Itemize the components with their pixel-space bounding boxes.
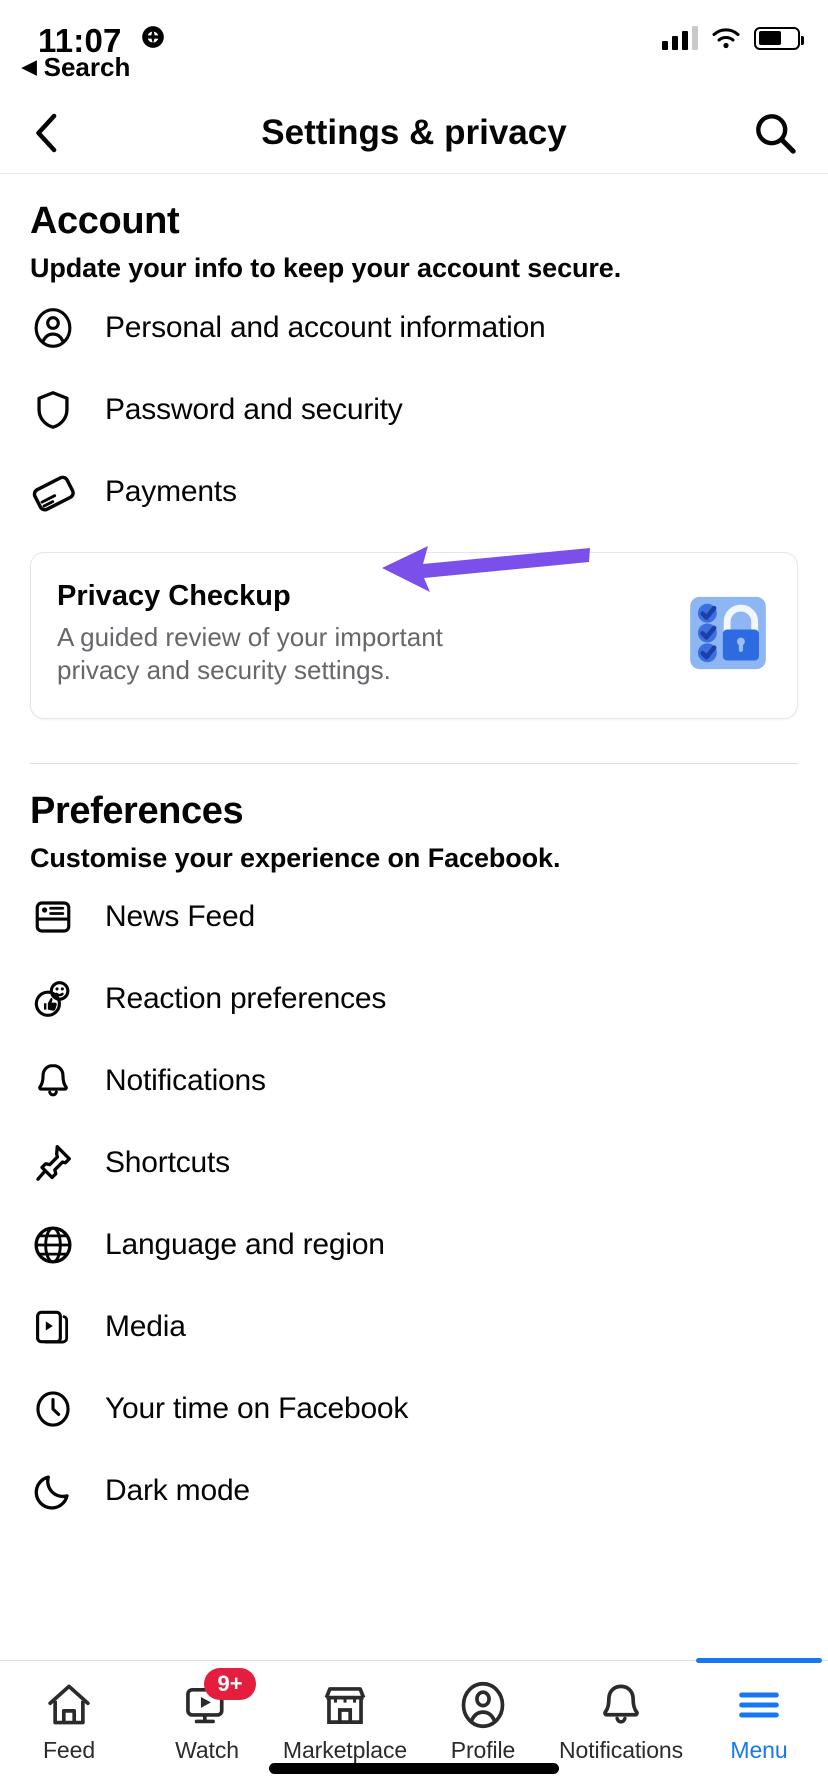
tab-label: Marketplace <box>282 1737 408 1763</box>
account-section-subtitle: Update your info to keep your account se… <box>30 253 622 283</box>
phone-screen: 11:07 ◀ Search Settings & privacy Accoun… <box>0 0 828 1792</box>
tab-feed[interactable]: Feed <box>0 1661 138 1792</box>
preferences-section: Preferences Customise your experience on… <box>0 790 828 1530</box>
back-triangle-icon: ◀ <box>22 57 37 78</box>
settings-row-dark-mode[interactable]: Dark mode <box>30 1453 798 1530</box>
settings-row-label: Dark mode <box>105 1474 250 1508</box>
storefront-icon <box>319 1677 371 1733</box>
privacy-checkup-text: Privacy Checkup A guided review of your … <box>57 580 671 688</box>
tab-label: Profile <box>450 1737 516 1763</box>
moon-icon <box>30 1468 76 1514</box>
tab-label: Feed <box>42 1737 96 1763</box>
home-indicator <box>269 1763 559 1774</box>
tab-menu[interactable]: Menu <box>690 1658 828 1792</box>
settings-row-personal-and-account-information[interactable]: Personal and account information <box>30 289 798 366</box>
account-section-title: Account <box>30 200 180 242</box>
status-bar-indicators <box>662 26 804 50</box>
news-feed-icon <box>30 894 76 940</box>
cellular-signal-icon <box>662 26 698 50</box>
settings-row-label: Media <box>105 1310 186 1344</box>
bell-icon <box>595 1677 647 1733</box>
media-icon <box>30 1304 76 1350</box>
watch-play-icon: 9+ <box>181 1668 256 1733</box>
tab-notifications[interactable]: Notifications <box>552 1661 690 1792</box>
bell-icon <box>30 1058 76 1104</box>
settings-row-label: Language and region <box>105 1228 385 1262</box>
settings-row-label: Shortcuts <box>105 1146 230 1180</box>
settings-row-your-time-on-facebook[interactable]: Your time on Facebook <box>30 1371 798 1448</box>
settings-row-notifications[interactable]: Notifications <box>30 1043 798 1120</box>
battery-icon <box>754 26 804 50</box>
credit-card-icon <box>30 469 76 515</box>
preferences-section-subtitle: Customise your experience on Facebook. <box>30 842 561 873</box>
account-section: Account Update your info to keep your ac… <box>0 200 828 530</box>
back-to-search-app[interactable]: ◀ Search <box>22 52 130 83</box>
settings-row-payments[interactable]: Payments <box>30 453 798 530</box>
person-circle-icon <box>457 1677 509 1733</box>
clock-icon <box>30 1386 76 1432</box>
settings-row-label: Payments <box>105 474 237 508</box>
person-circle-icon <box>30 305 76 351</box>
back-button[interactable] <box>30 110 82 156</box>
back-to-app-label: Search <box>43 52 131 82</box>
status-bar: 11:07 ◀ Search <box>0 0 828 92</box>
settings-row-language-and-region[interactable]: Language and region <box>30 1207 798 1284</box>
settings-row-shortcuts[interactable]: Shortcuts <box>30 1125 798 1202</box>
globe-icon <box>30 1222 76 1268</box>
reactions-icon <box>30 976 76 1022</box>
privacy-checkup-card[interactable]: Privacy Checkup A guided review of your … <box>30 552 798 719</box>
settings-row-media[interactable]: Media <box>30 1289 798 1366</box>
settings-row-label: Reaction preferences <box>105 982 387 1016</box>
pin-icon <box>30 1140 76 1186</box>
page-title: Settings & privacy <box>261 112 567 152</box>
hamburger-menu-icon <box>733 1677 785 1733</box>
home-icon <box>43 1677 95 1733</box>
search-icon <box>756 113 796 154</box>
chevron-left-icon <box>36 113 57 152</box>
tab-label: Menu <box>730 1737 788 1763</box>
settings-row-news-feed[interactable]: News Feed <box>30 879 798 956</box>
settings-row-password-and-security[interactable]: Password and security <box>30 371 798 448</box>
settings-row-label: Your time on Facebook <box>105 1392 409 1426</box>
settings-row-reaction-preferences[interactable]: Reaction preferences <box>30 961 798 1038</box>
location-arrow-globe-icon <box>142 26 164 48</box>
tab-label: Watch <box>175 1737 239 1763</box>
settings-row-label: Password and security <box>105 392 403 426</box>
settings-row-label: News Feed <box>105 900 255 934</box>
settings-row-label: Personal and account information <box>105 310 546 344</box>
wifi-icon <box>712 28 740 49</box>
privacy-checkup-description: A guided review of your important privac… <box>57 622 443 686</box>
page-header: Settings & privacy <box>0 92 828 174</box>
search-button[interactable] <box>752 110 798 156</box>
tab-label: Notifications <box>559 1737 683 1763</box>
privacy-checkup-title: Privacy Checkup <box>57 580 291 612</box>
preferences-section-title: Preferences <box>30 789 244 832</box>
tab-watch[interactable]: 9+ Watch <box>138 1661 276 1792</box>
checklist-padlock-icon <box>690 596 766 670</box>
settings-row-label: Notifications <box>105 1064 266 1098</box>
settings-scroll-area[interactable]: Account Update your info to keep your ac… <box>0 174 828 1660</box>
shield-icon <box>30 387 76 433</box>
watch-badge: 9+ <box>204 1668 256 1700</box>
section-divider <box>30 762 798 764</box>
